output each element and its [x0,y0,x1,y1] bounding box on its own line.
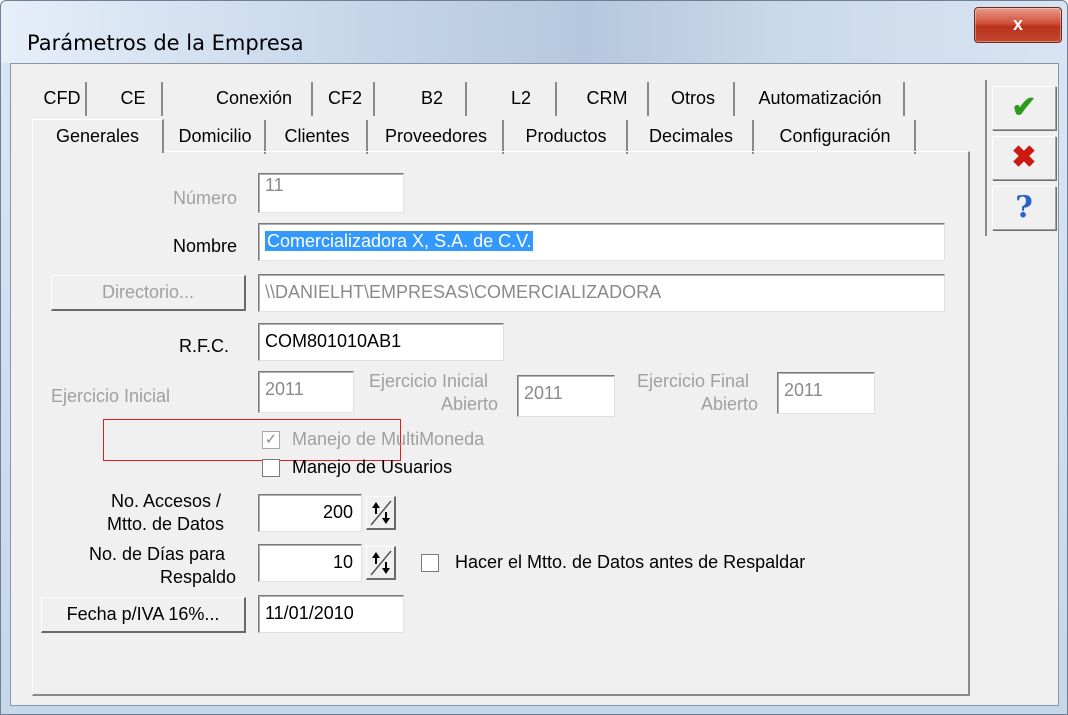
tab-label: Productos [525,126,607,146]
rfc-field[interactable]: COM801010AB1 [258,323,504,361]
check-mark-icon: ✓ [264,431,278,448]
tab-clientes[interactable]: Clientes [268,120,368,154]
mtto-antes-checkbox[interactable] [421,554,439,572]
dias-field[interactable]: 10 [258,544,362,582]
tab-label: Decimales [648,126,734,146]
nombre-value: Comercializadora X, S.A. de C.V. [265,231,534,251]
tab-label: Automatización [758,88,882,108]
dialog-toolbar: ✔ ✖ ? [985,80,1059,236]
tab-label: L2 [510,88,532,108]
tab-label: B2 [420,88,444,108]
fecha-iva-button-label: Fecha p/IVA 16%... [66,604,220,624]
tab-label: Proveedores [384,126,488,146]
tab-label: CE [120,88,146,108]
tab-automatizacion[interactable]: Automatización [737,82,905,116]
fecha-iva-button[interactable]: Fecha p/IVA 16%... [41,597,246,633]
accesos-spinner[interactable] [366,496,396,530]
ejercicio-inicial-label: Ejercicio Inicial [51,386,171,406]
help-button[interactable]: ? [992,186,1056,230]
ejercicio-inicial-field: 2011 [258,371,354,413]
tab-generales[interactable]: Generales [32,119,164,153]
title-bar[interactable]: Parámetros de la Empresa x [1,1,1067,63]
accesos-label-2: Mtto. de Datos [107,514,225,534]
cancel-button[interactable]: ✖ [992,136,1056,180]
directorio-button: Directorio... [51,275,246,311]
usuarios-label: Manejo de Usuarios [292,457,453,477]
tab-domicilio[interactable]: Domicilio [166,120,266,154]
dialog-window: Parámetros de la Empresa x CFD CE Conexi… [0,0,1068,715]
ejercicio-inicial-abierto-field: 2011 [517,375,615,417]
spinner-arrows-icon [370,550,392,576]
tab-b2[interactable]: B2 [399,82,467,116]
tab-label: CF2 [327,88,362,108]
tab-cf2[interactable]: CF2 [317,82,375,116]
usuarios-checkbox[interactable] [262,459,280,477]
tab-label: Conexión [215,88,293,108]
tab-conexion[interactable]: Conexión [197,82,313,116]
dias-spinner[interactable] [366,546,396,580]
directorio-field: \\DANIELHT\EMPRESAS\COMERCIALIZADORA [258,274,945,312]
tab-label: Domicilio [178,126,252,146]
spinner-arrows-icon [370,500,392,526]
tab-crm[interactable]: CRM [567,82,649,116]
nombre-field[interactable]: Comercializadora X, S.A. de C.V. [258,223,945,261]
ejercicio-final-abierto-label-1: Ejercicio Final [637,371,750,391]
tab-label: Generales [55,126,140,146]
tab-l2[interactable]: L2 [487,82,557,116]
multimoneda-label: Manejo de MultiMoneda [292,429,485,449]
tab-ce[interactable]: CE [105,82,163,116]
numero-field: 11 [258,173,404,213]
check-icon: ✔ [1011,91,1037,124]
dias-label-2: Respaldo [160,567,237,587]
ejercicio-final-abierto-field: 2011 [777,372,875,414]
question-icon: ? [1015,190,1033,225]
tab-productos[interactable]: Productos [506,120,628,154]
x-icon: ✖ [1011,141,1037,174]
nombre-label: Nombre [173,236,238,256]
accesos-field[interactable]: 200 [258,494,362,532]
tab-decimales[interactable]: Decimales [630,120,754,154]
rfc-label: R.F.C. [179,336,230,356]
numero-label: Número [173,188,238,208]
mtto-antes-label: Hacer el Mtto. de Datos antes de Respald… [455,552,806,572]
fecha-iva-field[interactable]: 11/01/2010 [258,595,404,633]
accept-button[interactable]: ✔ [992,86,1056,130]
ejercicio-final-abierto-label-2: Abierto [701,394,759,414]
close-button[interactable]: x [974,7,1062,43]
tab-label: CRM [586,88,628,108]
accesos-label-1: No. Accesos / [111,491,222,511]
ejercicio-inicial-abierto-label-2: Abierto [441,394,499,414]
tab-otros[interactable]: Otros [653,82,735,116]
tab-cfd[interactable]: CFD [39,82,87,116]
tab-proveedores[interactable]: Proveedores [370,120,504,154]
window-title: Parámetros de la Empresa [27,31,304,55]
multimoneda-checkbox: ✓ [262,431,280,449]
tab-configuracion[interactable]: Configuración [756,120,916,154]
directorio-button-label: Directorio... [101,282,195,302]
ejercicio-inicial-abierto-label-1: Ejercicio Inicial [369,371,489,391]
close-icon: x [1012,14,1023,34]
dias-label-1: No. de Días para [89,544,226,564]
tab-label: Otros [670,88,715,108]
tab-label: CFD [43,88,81,108]
tab-label: Clientes [284,126,350,146]
tab-label: Configuración [779,126,891,146]
